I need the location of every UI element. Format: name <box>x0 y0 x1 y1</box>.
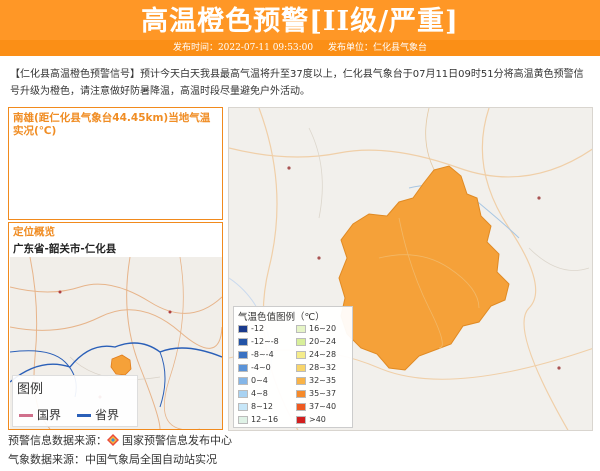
temp-legend-label: 28~32 <box>309 363 337 372</box>
province-border-swatch <box>77 414 91 417</box>
temp-legend-label: >40 <box>309 415 326 424</box>
map-legend: 图例 国界 省界 <box>12 375 138 427</box>
temp-legend-label: 8~12 <box>251 402 273 411</box>
temp-swatch <box>238 389 248 398</box>
overview-map[interactable]: 图例 国界 省界 <box>10 257 222 429</box>
temp-swatch <box>296 363 306 372</box>
temp-legend-item: -12 <box>238 323 264 334</box>
temp-legend-item: -4~0 <box>238 362 271 373</box>
temp-legend-item: 16~20 <box>296 323 336 334</box>
temp-legend-item: 24~28 <box>296 349 336 360</box>
temp-legend-item: 37~40 <box>296 401 336 412</box>
warning-area-map[interactable]: 气温色值图例（℃） -12 -12~-8 -8~-4 -4~0 0~4 4~8 … <box>228 107 593 431</box>
temp-swatch <box>238 350 248 359</box>
temperature-legend-title: 气温色值图例（℃） <box>238 312 325 323</box>
temp-legend-item: 28~32 <box>296 362 336 373</box>
warning-source-label: 预警信息数据来源： <box>8 434 107 447</box>
temp-legend-item: 12~16 <box>238 414 278 425</box>
temp-legend-item: 0~4 <box>238 375 268 386</box>
legend-item-province-border: 省界 <box>77 406 119 423</box>
warning-source-name[interactable]: 国家预警信息发布中心 <box>122 434 232 447</box>
temp-swatch <box>296 324 306 333</box>
warning-meta: 发布时间：2022-07-11 09:53:00 发布单位：仁化县气象台 <box>0 40 600 56</box>
temp-legend-label: 35~37 <box>309 389 337 398</box>
temp-legend-item: -12~-8 <box>238 336 279 347</box>
temp-legend-label: 24~28 <box>309 350 337 359</box>
temp-swatch <box>296 402 306 411</box>
legend-item-label: 国界 <box>37 408 62 422</box>
publish-time: 发布时间：2022-07-11 09:53:00 <box>172 43 314 53</box>
warning-notice: 【仁化县高温橙色预警信号】预计今天白天我县最高气温将升至37度以上，仁化县气象台… <box>10 69 584 97</box>
warning-source-line: 预警信息数据来源： 国家预警信息发布中心 <box>8 433 232 449</box>
temp-swatch <box>238 402 248 411</box>
temp-swatch <box>238 337 248 346</box>
temp-legend-label: 0~4 <box>251 376 268 385</box>
map-legend-title: 图例 <box>17 382 44 397</box>
location-panel-title: 定位概览 <box>13 226 55 238</box>
temp-legend-label: -8~-4 <box>251 350 274 359</box>
weather-source-line: 气象数据来源：中国气象局全国自动站实况 <box>8 453 217 466</box>
national-border-swatch <box>19 414 33 417</box>
legend-item-national-border: 国界 <box>19 406 61 423</box>
temp-legend-item: >40 <box>296 414 326 425</box>
temp-legend-label: 20~24 <box>309 337 337 346</box>
temp-swatch <box>296 389 306 398</box>
temp-swatch <box>296 376 306 385</box>
temp-swatch <box>296 415 306 424</box>
temp-legend-item: 32~35 <box>296 375 336 386</box>
temp-legend-label: 16~20 <box>309 324 337 333</box>
temp-legend-label: 32~35 <box>309 376 337 385</box>
temp-swatch <box>296 350 306 359</box>
warning-title: 高温橙色预警[II级/严重] <box>141 6 459 37</box>
temp-legend-item: -8~-4 <box>238 349 274 360</box>
temp-legend-item: 20~24 <box>296 336 336 347</box>
warning-header: 高温橙色预警[II级/严重] 发布时间：2022-07-11 09:53:00 … <box>0 0 600 56</box>
temp-swatch <box>238 324 248 333</box>
temp-legend-item: 4~8 <box>238 388 268 399</box>
temp-legend-label: 4~8 <box>251 389 268 398</box>
region-label: 广东省-韶关市-仁化县 <box>13 243 117 255</box>
temp-swatch <box>238 415 248 424</box>
temp-legend-label: -4~0 <box>251 363 271 372</box>
temp-legend-item: 35~37 <box>296 388 336 399</box>
temp-swatch <box>238 376 248 385</box>
publisher: 发布单位：仁化县气象台 <box>328 43 428 53</box>
temp-legend-label: 37~40 <box>309 402 337 411</box>
temperature-panel: 南雄(距仁化县气象台44.45km)当地气温实况(℃) <box>8 107 223 220</box>
temp-swatch <box>238 363 248 372</box>
temp-legend-item: 8~12 <box>238 401 273 412</box>
temp-legend-label: -12~-8 <box>251 337 279 346</box>
temperature-legend: 气温色值图例（℃） -12 -12~-8 -8~-4 -4~0 0~4 4~8 … <box>233 306 353 428</box>
legend-item-label: 省界 <box>95 408 120 422</box>
location-panel: 定位概览 广东省-韶关市-仁化县 图例 国界 省界 <box>8 222 223 430</box>
temp-legend-label: -12 <box>251 324 265 333</box>
temp-swatch <box>296 337 306 346</box>
temp-legend-label: 12~16 <box>251 415 279 424</box>
warning-center-logo-icon <box>107 434 119 446</box>
temperature-panel-title: 南雄(距仁化县气象台44.45km)当地气温实况(℃) <box>13 112 211 137</box>
